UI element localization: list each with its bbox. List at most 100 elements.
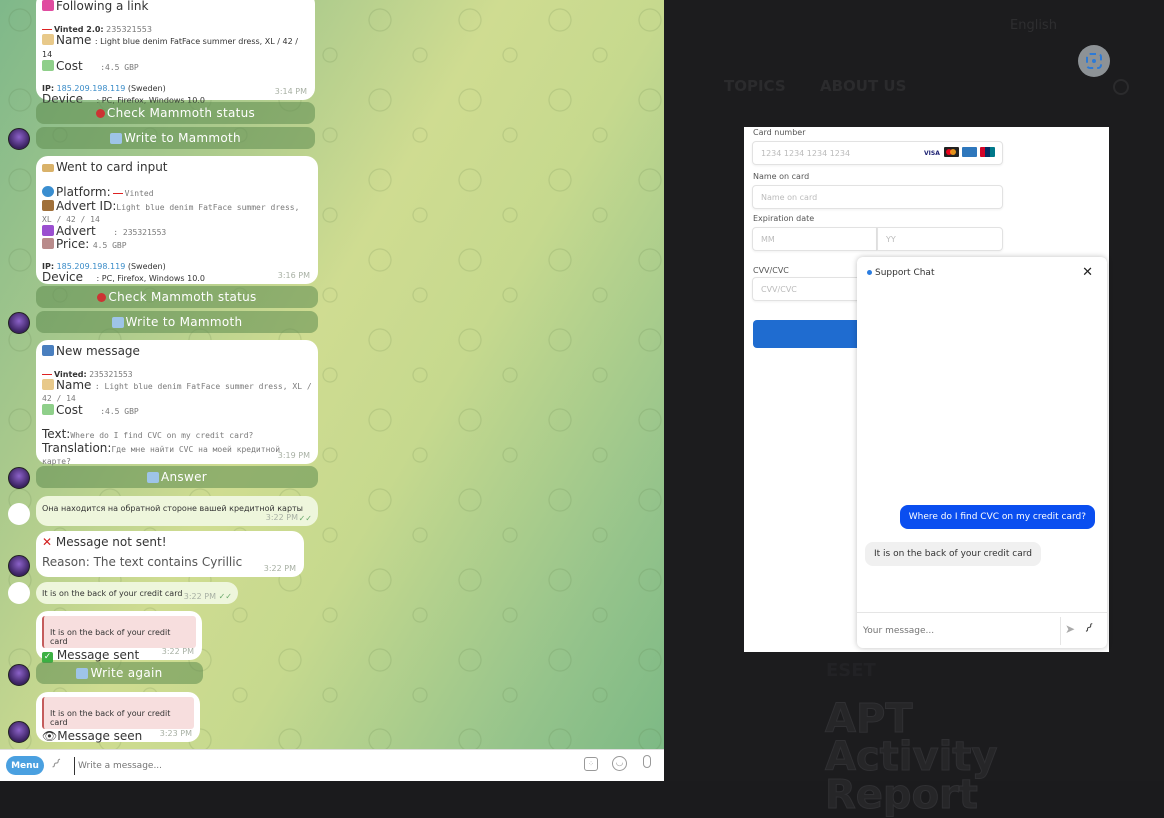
search-icon[interactable]	[1113, 79, 1129, 95]
user-avatar[interactable]	[8, 582, 30, 604]
message-title: Following a link	[56, 0, 149, 13]
attach-icon[interactable]: ⌇	[47, 756, 63, 772]
eye-icon: 👁	[42, 729, 58, 744]
check-mammoth-status-button[interactable]: Check Mammoth status	[36, 102, 315, 124]
visa-icon: VISA	[924, 150, 940, 157]
expiration-year-input[interactable]: YY	[877, 227, 1003, 251]
message-time: 3:22 PM	[265, 512, 298, 522]
england-flag-icon	[112, 189, 123, 197]
message-time: 3:22 PM	[263, 563, 296, 573]
nav-topics[interactable]: TOPICS	[724, 77, 786, 95]
device-value: : PC, Firefox, Windows 10.0	[96, 274, 205, 284]
chat-message-user: Where do I find CVC on my credit card?	[899, 505, 1095, 529]
message-title: New message	[56, 344, 140, 358]
cost-label: Cost	[56, 402, 83, 417]
bot-message-not-sent: ✕ Message not sent! Reason: The text con…	[36, 531, 304, 577]
envelope-icon	[110, 132, 123, 144]
price-value: 4.5 GBP	[92, 241, 127, 251]
price-label: Price:	[56, 237, 90, 252]
double-check-icon: ✓✓	[218, 591, 232, 601]
support-message-input[interactable]	[863, 621, 1053, 641]
bot-avatar[interactable]	[8, 555, 30, 577]
menu-button[interactable]: Menu	[6, 756, 44, 775]
bot-message-seen: It is on the back of your credit card 👁M…	[36, 692, 200, 744]
language-button[interactable]: English	[1010, 18, 1080, 42]
england-flag-icon	[42, 370, 52, 378]
message-time: 3:22 PM	[183, 591, 216, 601]
red-x-icon: ✕	[42, 535, 53, 549]
vinted-id: 235321553	[89, 369, 133, 379]
google-lens-button[interactable]	[1078, 45, 1110, 77]
message-text: Она находится на обратной стороне вашей …	[42, 504, 303, 513]
bot-message-sent: It is on the back of your credit card ✓ …	[36, 611, 202, 664]
bot-message-card-input: Went to card input Platform: Vinted Adver…	[36, 156, 318, 284]
expiration-month-input[interactable]: MM	[752, 227, 877, 251]
amex-icon	[962, 147, 977, 157]
bot-avatar[interactable]	[8, 312, 30, 334]
package-icon	[42, 199, 54, 211]
new-badge-icon	[42, 345, 54, 356]
emoji-icon[interactable]: ◡	[612, 756, 627, 771]
write-to-mammoth-button[interactable]: Write to Mammoth	[36, 311, 318, 333]
cvv-label: CVV/CVC	[753, 266, 789, 275]
price-tag-icon	[42, 238, 54, 250]
name-label: Name	[56, 32, 92, 47]
card-number-input[interactable]: 1234 1234 1234 1234 VISA	[752, 141, 1003, 165]
bot-avatar[interactable]	[8, 467, 30, 489]
pay-button[interactable]	[753, 320, 863, 348]
cost-value: :4.5 GBP	[100, 63, 139, 73]
card-number-label: Card number	[753, 128, 806, 137]
eset-logo: ESET	[826, 660, 876, 681]
chat-message-support: It is on the back of your credit card	[865, 542, 1041, 566]
message-time: 3:14 PM	[274, 86, 307, 96]
paperclip-icon[interactable]: ⌇	[1081, 621, 1096, 637]
message-composer: Menu ⌇ ⁘ ◡	[0, 749, 664, 781]
envelope-icon	[147, 471, 159, 483]
nav-about-us[interactable]: ABOUT US	[820, 77, 906, 95]
bot-message-following-link: Following a link Vinted 2.0: 235321553 N…	[36, 0, 315, 106]
advert-value: : 235321553	[113, 227, 167, 237]
online-status-dot	[867, 270, 872, 275]
send-icon[interactable]: ➤	[1065, 622, 1075, 636]
ip-country: (Sweden)	[127, 262, 166, 272]
support-chat-title: Support Chat	[875, 268, 935, 278]
message-title: Message not sent!	[55, 535, 167, 549]
outgoing-message-cyrillic: Она находится на обратной стороне вашей …	[36, 496, 318, 526]
support-chat-composer: ➤ ⌇	[857, 612, 1107, 648]
message-time: 3:19 PM	[277, 450, 310, 460]
bot-avatar[interactable]	[8, 721, 30, 743]
advert-label: Advert	[56, 223, 96, 238]
message-time: 3:16 PM	[277, 270, 310, 280]
write-again-button[interactable]: Write again	[36, 662, 203, 684]
microphone-icon[interactable]	[643, 755, 651, 768]
shopping-bags-icon	[42, 0, 54, 11]
eye-record-icon	[97, 292, 107, 302]
message-input[interactable]	[74, 757, 554, 775]
bot-avatar[interactable]	[8, 128, 30, 150]
quoted-message: It is on the back of your credit card	[42, 697, 194, 730]
background-heading: APT Activity Report	[825, 696, 998, 818]
outgoing-message-english: It is on the back of your credit card 3:…	[36, 582, 238, 604]
quoted-message: It is on the back of your credit card	[42, 616, 196, 649]
write-to-mammoth-button[interactable]: Write to Mammoth	[36, 127, 315, 149]
message-time: 3:23 PM	[159, 728, 192, 738]
telegram-chat-pane: Following a link Vinted 2.0: 235321553 N…	[0, 0, 664, 781]
bot-avatar[interactable]	[8, 664, 30, 686]
message-status: Message sent	[56, 648, 140, 663]
name-on-card-label: Name on card	[753, 172, 810, 181]
mastercard-icon	[944, 147, 959, 157]
bot-message-new-message: New message Vinted: 235321553 Name : Lig…	[36, 340, 318, 466]
england-flag-icon	[42, 25, 52, 33]
answer-button[interactable]: Answer	[36, 466, 318, 488]
user-avatar[interactable]	[8, 503, 30, 525]
cost-value: :4.5 GBP	[100, 406, 139, 416]
unionpay-icon	[980, 147, 995, 157]
close-icon[interactable]: ✕	[1082, 265, 1093, 280]
name-on-card-input[interactable]: Name on card	[752, 185, 1003, 209]
commands-icon[interactable]: ⁘	[584, 757, 598, 771]
money-icon	[42, 60, 54, 72]
text-value: Where do I find CVC on my credit card?	[70, 430, 254, 440]
check-mammoth-status-button[interactable]: Check Mammoth status	[36, 286, 318, 308]
text-label: Text:	[42, 426, 71, 441]
money-icon	[42, 403, 54, 415]
